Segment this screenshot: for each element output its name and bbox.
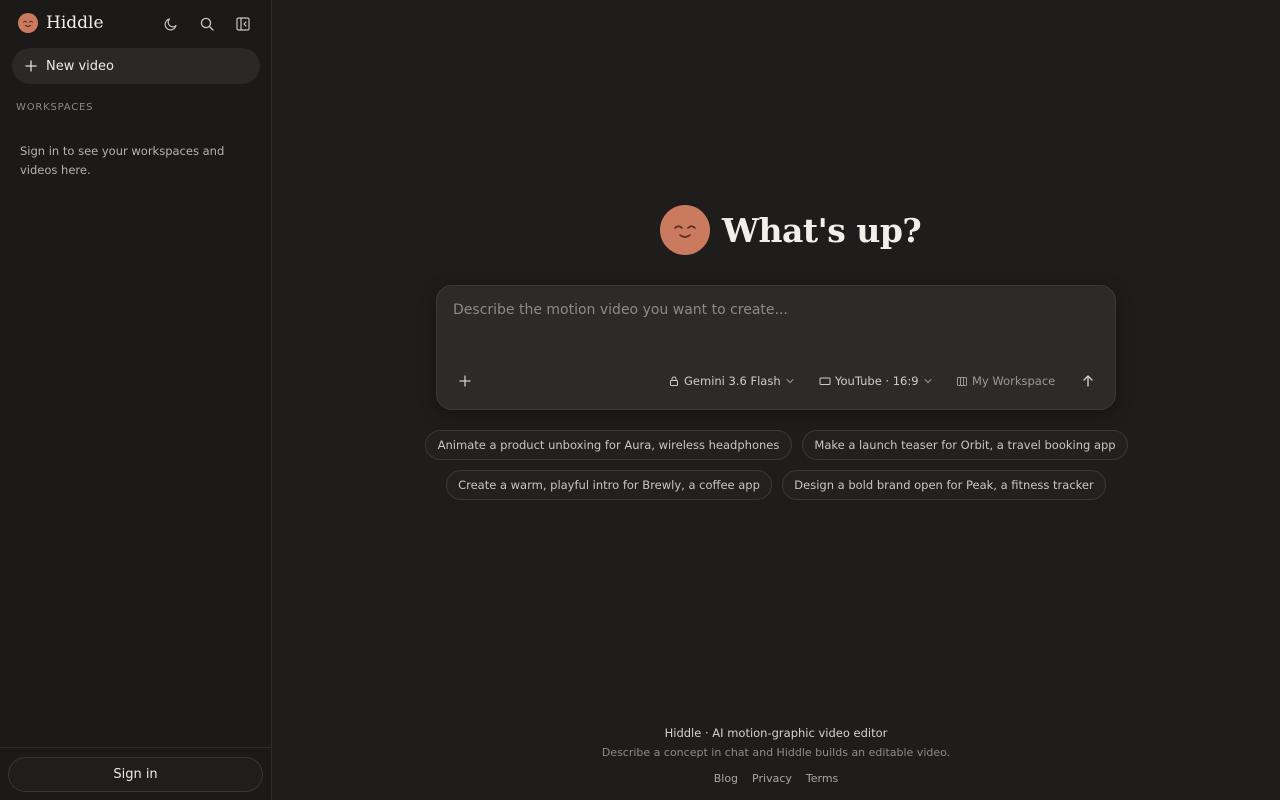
sidebar-toolbar <box>160 13 268 35</box>
suggestion-chip[interactable]: Create a warm, playful intro for Brewly,… <box>446 470 772 500</box>
workspace-icon <box>957 377 967 386</box>
workspace-selector[interactable]: My Workspace <box>956 373 1055 389</box>
prompt-composer: Gemini 3.6 Flash YouTube · 16:9 My Works… <box>436 285 1116 410</box>
suggestion-chip[interactable]: Animate a product unboxing for Aura, wir… <box>425 430 792 460</box>
format-selector[interactable]: YouTube · 16:9 <box>819 373 933 389</box>
chevron-down-icon <box>786 379 794 384</box>
attach-button[interactable] <box>457 373 473 389</box>
workspaces-empty-message: Sign in to see your workspaces and video… <box>20 144 225 177</box>
footer-title: Hiddle · AI motion-graphic video editor <box>664 726 888 740</box>
workspaces-heading: WORKSPACES <box>16 102 94 113</box>
plus-icon <box>25 60 37 72</box>
moon-icon <box>164 18 177 31</box>
model-selector[interactable]: Gemini 3.6 Flash <box>668 373 795 389</box>
footer-link-blog[interactable]: Blog <box>714 772 738 785</box>
footer-link-terms[interactable]: Terms <box>806 772 838 785</box>
brand-logo-icon <box>18 13 38 33</box>
send-button[interactable] <box>1079 372 1097 390</box>
footer-links: Blog Privacy Terms <box>560 772 992 785</box>
footer-link-privacy[interactable]: Privacy <box>752 772 792 785</box>
sidebar: Hiddle New video WORKSPACES Sign in to s… <box>0 0 272 800</box>
page-title: What's up? <box>722 210 922 250</box>
theme-toggle-button[interactable] <box>160 13 182 35</box>
plus-icon <box>459 375 471 387</box>
hero: What's up? <box>660 205 922 255</box>
footer-subtitle: Describe a concept in chat and Hiddle bu… <box>601 746 951 759</box>
sign-in-button[interactable]: Sign in <box>8 757 263 792</box>
brand-name: Hiddle <box>46 13 104 33</box>
suggestion-chip[interactable]: Design a bold brand open for Peak, a fit… <box>782 470 1106 500</box>
search-button[interactable] <box>196 13 218 35</box>
new-video-button[interactable]: New video <box>12 48 260 84</box>
collapse-sidebar-icon <box>236 17 250 31</box>
aspect-ratio-icon <box>819 377 831 385</box>
lock-icon <box>670 376 678 386</box>
new-video-label: New video <box>46 58 114 74</box>
sidebar-footer: Sign in <box>0 747 271 800</box>
format-label: YouTube · 16:9 <box>835 374 919 388</box>
prompt-input[interactable] <box>453 302 1093 342</box>
collapse-sidebar-button[interactable] <box>232 13 254 35</box>
brand[interactable]: Hiddle <box>18 13 104 33</box>
chevron-down-icon <box>924 379 932 384</box>
search-icon <box>200 17 214 31</box>
workspace-label: My Workspace <box>972 374 1056 388</box>
suggestion-chip[interactable]: Make a launch teaser for Orbit, a travel… <box>802 430 1128 460</box>
mascot-face-icon <box>660 205 710 255</box>
model-label: Gemini 3.6 Flash <box>684 374 781 388</box>
arrow-up-icon <box>1083 375 1093 387</box>
